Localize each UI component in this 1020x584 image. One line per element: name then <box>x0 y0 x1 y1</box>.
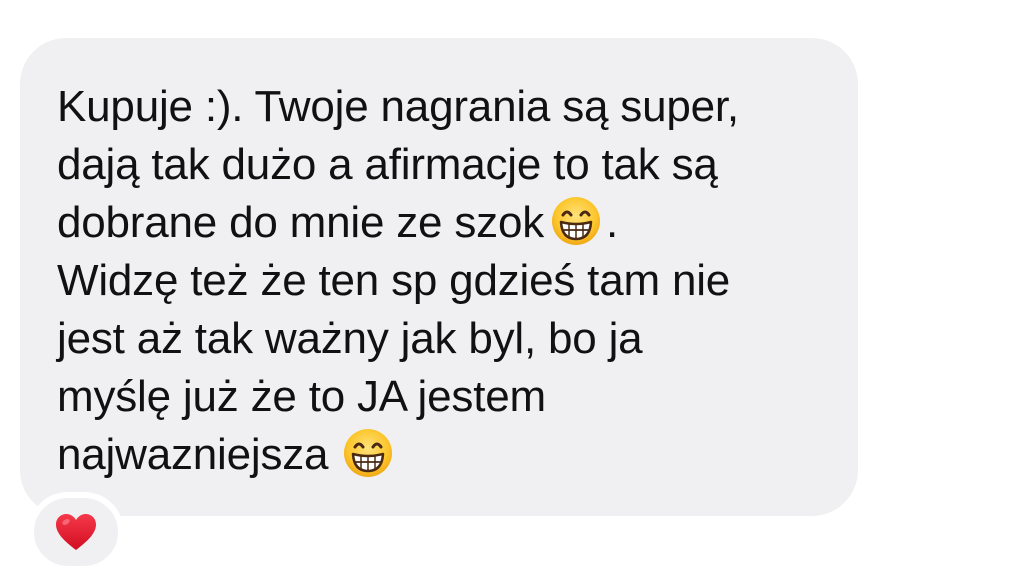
message-text: jest aż tak ważny jak byl, bo ja <box>57 314 643 363</box>
message-text: dobrane do mnie ze szok <box>57 198 545 247</box>
message-line-4: Widzę też że ten sp gdzieś tam nie <box>57 252 858 310</box>
message-bubble[interactable]: Kupuje :). Twoje nagrania są super, dają… <box>20 38 858 516</box>
message-text: najwazniejsza <box>57 430 329 479</box>
message-text: dają tak dużo a afirmacje to tak są <box>57 140 718 189</box>
message-line-5: jest aż tak ważny jak byl, bo ja <box>57 310 858 368</box>
red-heart-icon <box>56 514 96 550</box>
message-line-3: dobrane do mnie ze szok . <box>57 194 858 252</box>
message-text: . <box>606 198 619 247</box>
message-line-2: dają tak dużo a afirmacje to tak są <box>57 136 858 194</box>
message-text: Kupuje :). Twoje nagrania są super, <box>57 82 739 131</box>
message-line-1: Kupuje :). Twoje nagrania są super, <box>57 78 858 136</box>
message-line-7: najwazniejsza <box>57 426 858 484</box>
message-line-6: myślę już że to JA jestem <box>57 368 858 426</box>
message-view: Kupuje :). Twoje nagrania są super, dają… <box>0 0 1020 584</box>
grinning-face-with-smiling-eyes-icon <box>344 429 393 478</box>
message-text: Widzę też że ten sp gdzieś tam nie <box>57 256 731 305</box>
grinning-face-with-smiling-eyes-icon <box>552 197 601 246</box>
reaction-badge[interactable] <box>28 492 124 572</box>
message-text: myślę już że to JA jestem <box>57 372 546 421</box>
